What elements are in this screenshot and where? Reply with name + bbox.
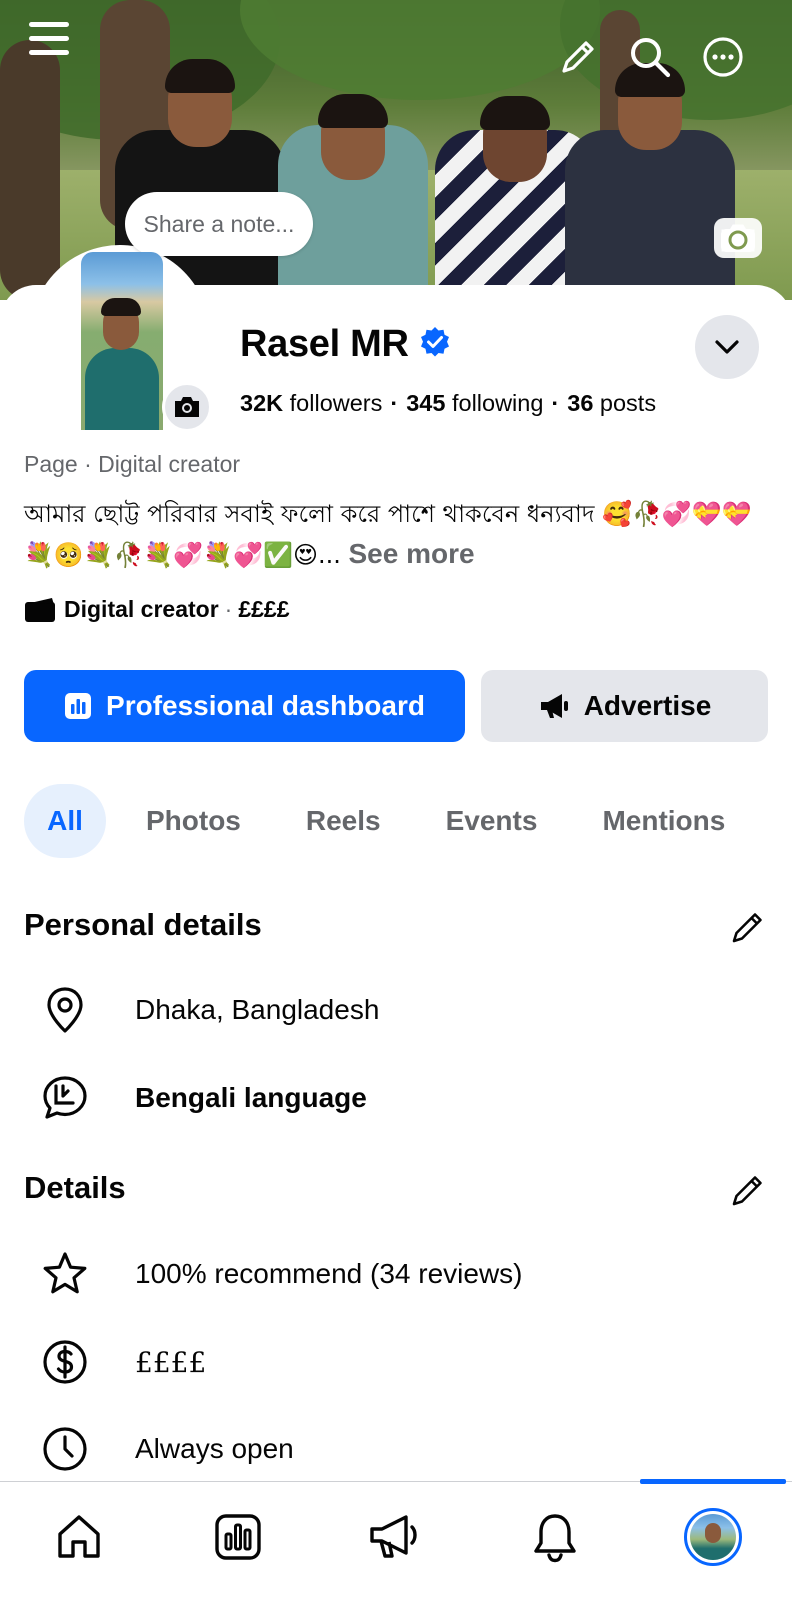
creator-separator: · [224, 596, 233, 622]
profile-name-row: Rasel MR [240, 323, 451, 366]
clock-icon [40, 1424, 90, 1474]
stats-separator: · [551, 390, 560, 416]
active-tab-indicator [640, 1479, 786, 1484]
cover-tree [0, 40, 60, 300]
nav-dashboard-icon[interactable] [208, 1507, 268, 1567]
profile-bio: আমার ছোট্ট পরিবার সবাই ফলো করে পাশে থাকব… [24, 494, 774, 575]
page-category: Page · Digital creator [24, 451, 241, 477]
tab-all[interactable]: All [24, 784, 106, 858]
tab-mentions[interactable]: Mentions [602, 784, 725, 858]
tab-label: Photos [146, 805, 241, 836]
profile-avatar[interactable] [81, 252, 163, 430]
star-icon [40, 1249, 90, 1299]
price-range: ££££ [238, 596, 290, 622]
following-label[interactable]: following [452, 390, 543, 416]
nav-home-icon[interactable] [49, 1507, 109, 1567]
advertise-label: Advertise [583, 690, 712, 721]
edit-pencil-icon[interactable] [556, 35, 600, 79]
tab-label: Events [445, 805, 538, 836]
following-count[interactable]: 345 [406, 390, 445, 416]
followers-count[interactable]: 32K [240, 390, 283, 416]
detail-row-recommend[interactable]: 100% recommend (34 reviews) [40, 1244, 523, 1304]
tab-reels[interactable]: Reels [306, 784, 381, 858]
price-text: ££££ [135, 1345, 207, 1379]
clapperboard-icon [24, 597, 56, 623]
search-icon[interactable] [626, 33, 674, 81]
professional-dashboard-label: Professional dashboard [106, 690, 425, 721]
profile-dropdown-button[interactable] [695, 315, 759, 379]
creator-row: Digital creator · ££££ [24, 596, 290, 623]
tab-label: All [47, 805, 83, 836]
profile-tabs: All Photos Reels Events Mentions [24, 784, 725, 858]
nav-profile-avatar[interactable] [684, 1508, 742, 1566]
detail-row-price: ££££ [40, 1332, 206, 1392]
profile-stats: 32K followers · 345 following · 36 posts [240, 390, 656, 417]
nav-bell-icon[interactable] [525, 1507, 585, 1567]
cover-camera-icon[interactable] [714, 218, 762, 258]
tab-label: Reels [305, 805, 381, 836]
stats-separator: · [390, 390, 399, 416]
share-note-label: Share a note... [143, 210, 295, 237]
profile-name: Rasel MR [240, 323, 409, 365]
menu-icon[interactable] [24, 14, 74, 64]
advertise-button[interactable]: Advertise [481, 670, 768, 742]
edit-details-icon[interactable] [728, 1170, 768, 1210]
more-options-icon[interactable] [700, 34, 746, 80]
dollar-icon [40, 1337, 90, 1387]
share-note-bubble[interactable]: Share a note... [125, 192, 313, 256]
posts-count[interactable]: 36 [567, 390, 593, 416]
hours-text: Always open [135, 1433, 294, 1464]
followers-label[interactable]: followers [290, 390, 383, 416]
recommend-text: 100% recommend (34 reviews) [135, 1258, 523, 1289]
dashboard-icon [65, 693, 92, 719]
edit-personal-details-icon[interactable] [728, 907, 768, 947]
detail-row-location: Dhaka, Bangladesh [40, 980, 379, 1040]
avatar-camera-icon[interactable] [162, 382, 212, 432]
posts-label[interactable]: posts [600, 390, 656, 416]
personal-details-title: Personal details [24, 907, 262, 942]
tab-label: Mentions [602, 805, 726, 836]
tab-events[interactable]: Events [446, 784, 538, 858]
cover-person [278, 50, 428, 300]
see-more-link[interactable]: See more [349, 538, 475, 569]
detail-row-hours: Always open [40, 1419, 294, 1479]
megaphone-icon [540, 694, 568, 718]
location-text: Dhaka, Bangladesh [135, 994, 380, 1025]
verified-badge-icon [419, 326, 451, 363]
details-title: Details [24, 1170, 126, 1205]
chevron-down-icon [715, 340, 739, 354]
nav-megaphone-icon[interactable] [364, 1507, 424, 1567]
speech-bubble-icon [40, 1073, 90, 1123]
detail-row-language: Bengali language [40, 1068, 367, 1128]
language-text: Bengali language [135, 1082, 367, 1113]
tab-photos[interactable]: Photos [146, 784, 241, 858]
location-pin-icon [40, 985, 90, 1035]
professional-dashboard-button[interactable]: Professional dashboard [24, 670, 465, 742]
creator-label: Digital creator [64, 596, 219, 622]
